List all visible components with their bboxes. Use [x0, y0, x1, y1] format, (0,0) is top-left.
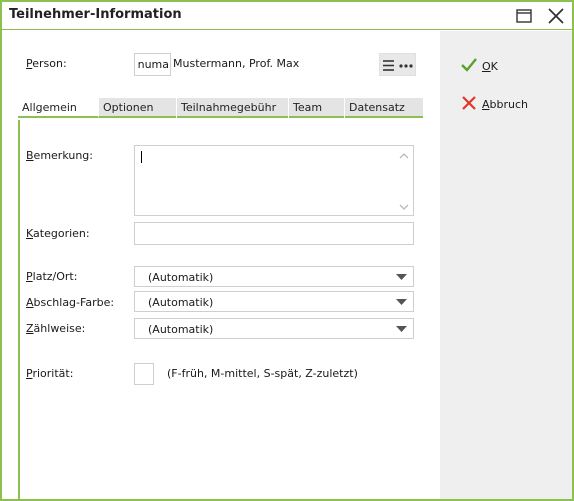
kategorien-input[interactable]: [134, 222, 414, 245]
tab-optionen[interactable]: Optionen: [99, 98, 177, 118]
abschlag-label: Abschlag-Farbe:: [26, 296, 115, 309]
bemerkung-textarea[interactable]: [134, 145, 414, 216]
close-icon[interactable]: [546, 6, 566, 26]
dropdown-arrow-icon: [396, 299, 407, 305]
form-area: Person: numa Mustermann, Prof. Max Allge…: [2, 31, 440, 499]
platz-label: Platz/Ort:: [26, 270, 78, 283]
ok-label: OK: [482, 60, 498, 73]
tab-datensatz[interactable]: Datensatz: [345, 98, 423, 118]
title-bar: Teilnehmer-Information: [2, 2, 572, 30]
menu-more-icon: [383, 60, 413, 71]
cancel-button[interactable]: Abbruch: [460, 94, 540, 114]
ok-button[interactable]: OK: [460, 56, 520, 76]
kategorien-label: Kategorien:: [26, 227, 90, 240]
maximize-icon[interactable]: [514, 6, 534, 26]
checkmark-icon: [461, 58, 477, 72]
platz-select[interactable]: (Automatik): [134, 266, 414, 287]
bemerkung-label: Bemerkung:: [26, 149, 93, 162]
person-menu-button[interactable]: [379, 53, 416, 76]
dropdown-arrow-icon: [396, 326, 407, 332]
tab-bar: Allgemein Optionen Teilnahmegebühr Team …: [18, 98, 423, 118]
platz-value: (Automatik): [148, 271, 214, 284]
prioritaet-label: Priorität:: [26, 367, 74, 380]
cancel-x-icon: [462, 96, 476, 110]
person-name: Mustermann, Prof. Max: [173, 57, 300, 70]
tab-teilnahmegebuehr[interactable]: Teilnahmegebühr: [177, 98, 289, 118]
dropdown-arrow-icon: [396, 274, 407, 280]
zaehlweise-select[interactable]: (Automatik): [134, 318, 414, 339]
person-code-field[interactable]: numa: [134, 53, 171, 76]
window-title: Teilnehmer-Information: [9, 7, 182, 22]
abschlag-value: (Automatik): [148, 296, 214, 309]
scroll-down-icon[interactable]: [399, 203, 409, 211]
person-label: Person:: [26, 57, 67, 70]
prioritaet-hint: (F-früh, M-mittel, S-spät, Z-zuletzt): [167, 367, 358, 380]
text-caret: [141, 151, 142, 163]
abschlag-select[interactable]: (Automatik): [134, 291, 414, 312]
tab-team[interactable]: Team: [289, 98, 345, 118]
dialog-window: Teilnehmer-Information Person: numa Must…: [0, 0, 574, 501]
scroll-up-icon[interactable]: [399, 152, 409, 160]
zaehlweise-value: (Automatik): [148, 323, 214, 336]
prioritaet-input[interactable]: [134, 363, 154, 385]
tab-allgemein[interactable]: Allgemein: [18, 98, 99, 118]
cancel-label: Abbruch: [482, 98, 529, 111]
zaehlweise-label: Zählweise:: [26, 322, 86, 335]
